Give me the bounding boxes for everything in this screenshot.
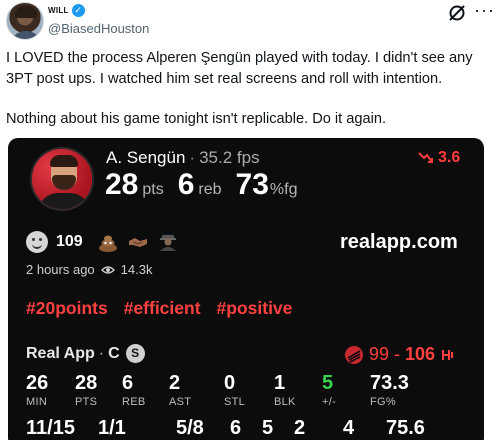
app-name: Real App · [26, 345, 105, 362]
hashtag[interactable]: #positive [217, 298, 293, 319]
score-team-left: 99 [369, 344, 390, 364]
blazers-logo-icon [345, 345, 363, 364]
fg-pct-unit: %fg [269, 181, 298, 198]
shooting-value: 4 [343, 417, 355, 439]
status-badge: S [125, 344, 145, 363]
shooting-value: 5/8 [176, 417, 204, 439]
reactions-row: 109 [26, 231, 179, 253]
verified-badge-icon: ✓ [71, 4, 85, 17]
site-link[interactable]: realapp.com [340, 231, 458, 254]
display-name[interactable]: WILL ✓ [48, 4, 85, 17]
stat-stl: 0 STL [224, 372, 246, 408]
rebounds-value: 6 [177, 168, 195, 201]
points-unit: pts [142, 181, 164, 198]
more-icon[interactable]: ··· [474, 0, 495, 20]
smile-emoji-icon[interactable] [26, 231, 48, 253]
reaction-count: 109 [56, 233, 83, 250]
hashtag[interactable]: #20points [26, 298, 108, 319]
detective-emoji-icon[interactable] [157, 233, 179, 251]
score-separator: - [394, 344, 401, 364]
rebounds-unit: reb [198, 181, 222, 198]
stat-fg-pct: 73.3 FG% [370, 372, 409, 408]
shooting-value: 6 [230, 417, 242, 439]
stat-reb: 6 REB [122, 372, 146, 408]
team-score-row: Real App · C S 99-106 [26, 344, 476, 366]
tweet-paragraph-1: I LOVED the process Alperen Şengün playe… [6, 50, 473, 87]
player-fps: 35.2 fps [199, 148, 260, 167]
trend-indicator: 3.6 [418, 149, 460, 167]
stat-min: 26 MIN [26, 372, 49, 408]
game-score: 99-106 [344, 344, 456, 365]
score-team-right: 106 [405, 344, 436, 364]
user-handle[interactable]: @BiasedHouston [48, 21, 149, 36]
grok-icon[interactable] [447, 3, 467, 23]
view-count: 14.3k [120, 262, 153, 277]
shooting-value: 2 [294, 417, 306, 439]
tweet-header: WILL ✓ @BiasedHouston ··· [0, 0, 500, 44]
shooting-value: 11/15 [26, 417, 75, 439]
eye-icon [100, 265, 115, 274]
stat-blk: 1 BLK [274, 372, 296, 408]
shooting-value: 1/1 [98, 417, 126, 439]
display-name-text[interactable]: WILL [48, 6, 69, 15]
shooting-value: 5 [262, 417, 274, 439]
shooting-value: 75.6 [386, 417, 425, 439]
stat-pts: 28 PTS [75, 372, 98, 408]
trend-value: 3.6 [438, 149, 461, 166]
stat-ast: 2 AST [169, 372, 192, 408]
tweet-body: I LOVED the process Alperen Şengün playe… [6, 48, 494, 130]
player-stat-card[interactable]: A. Sengün · 35.2 fps 3.6 28 pts 6 reb 73 %… [8, 138, 484, 440]
tweet-paragraph-2: Nothing about his game tonight isn't rep… [6, 111, 387, 127]
fg-pct-value: 73 [235, 168, 269, 201]
headline-statline: 28 pts 6 reb 73 %fg [105, 168, 297, 202]
hashtag[interactable]: #efficient [124, 298, 201, 319]
rockets-logo-icon [442, 349, 454, 360]
trend-down-icon [418, 152, 433, 163]
time-ago: 2 hours ago [26, 262, 95, 277]
time-views-row: 2 hours ago 14.3k [26, 262, 152, 277]
player-photo [30, 147, 94, 211]
stat-plus-minus: 5 +/- [322, 372, 337, 408]
player-name-line: A. Sengün · 35.2 fps [106, 148, 260, 167]
player-position: C [108, 345, 120, 362]
player-name: A. Sengün [106, 148, 186, 167]
user-avatar[interactable] [6, 2, 44, 40]
points-value: 28 [105, 168, 139, 201]
hashtag-row: #20points #efficient #positive [26, 298, 292, 319]
handshake-emoji-icon[interactable] [127, 233, 149, 251]
poop-emoji-icon[interactable] [97, 232, 119, 252]
